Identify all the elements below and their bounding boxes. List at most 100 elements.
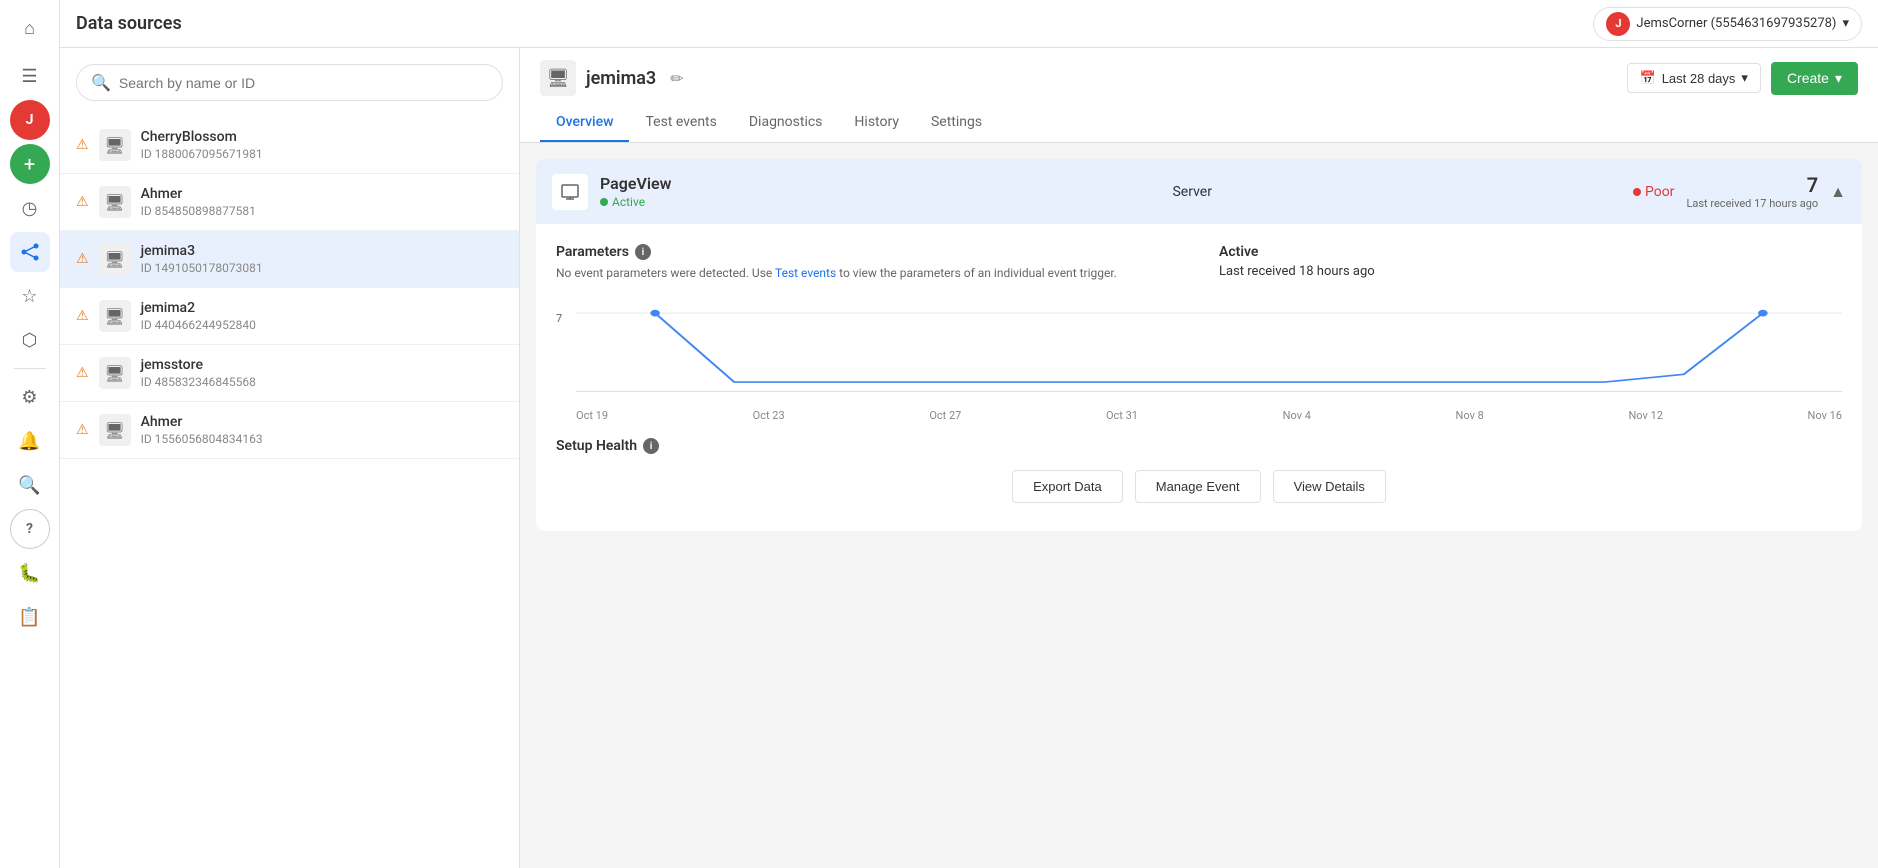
chart-x-labels: Oct 19 Oct 23 Oct 27 Oct 31 Nov 4 Nov 8 … — [576, 409, 1842, 422]
source-id: ID 485832346845568 — [141, 375, 503, 389]
source-type-icon: 🖥 — [99, 129, 131, 161]
params-description: No event parameters were detected. Use T… — [556, 264, 1179, 282]
chart-x-label: Nov 16 — [1808, 409, 1842, 422]
chart-x-label: Oct 23 — [753, 409, 785, 422]
tag-nav-item[interactable]: ⬡ — [10, 320, 50, 360]
chevron-down-icon: ▾ — [1741, 70, 1748, 86]
account-badge[interactable]: J JemsCorner (5554631697935278) ▾ — [1593, 7, 1862, 41]
quality-label: Poor — [1645, 184, 1674, 200]
search-input-wrap[interactable]: 🔍 — [76, 64, 503, 101]
view-details-button[interactable]: View Details — [1273, 470, 1386, 503]
chart-x-label: Oct 31 — [1106, 409, 1138, 422]
chart-line-container — [576, 302, 1842, 392]
main-content: Data sources J JemsCorner (5554631697935… — [60, 0, 1878, 868]
chart-x-label: Nov 4 — [1283, 409, 1311, 422]
event-card-header[interactable]: PageView Active Server Poor 7 — [536, 159, 1862, 224]
tabs-container: Overview Test events Diagnostics History… — [540, 104, 1858, 142]
menu-nav-item[interactable]: ☰ — [10, 56, 50, 96]
calendar-icon: 📅 — [1640, 70, 1656, 86]
settings-nav-item[interactable]: ⚙ — [10, 377, 50, 417]
active-column: Active Last received 18 hours ago — [1219, 244, 1842, 282]
warning-icon: ⚠ — [76, 137, 89, 153]
tab-overview[interactable]: Overview — [540, 104, 629, 142]
user-avatar-nav[interactable]: J — [10, 100, 50, 140]
tab-history[interactable]: History — [838, 104, 915, 142]
status-dot — [600, 198, 608, 206]
source-id: ID 1556056804834163 — [141, 432, 503, 446]
list-item[interactable]: ⚠ 🖥 jemima2 ID 440466244952840 — [60, 288, 519, 345]
search-icon: 🔍 — [91, 73, 111, 92]
source-id: ID 854850898877581 — [141, 204, 503, 218]
chart-svg — [576, 302, 1842, 391]
tab-diagnostics[interactable]: Diagnostics — [733, 104, 839, 142]
source-name: Ahmer — [141, 186, 503, 202]
add-nav-item[interactable]: + — [10, 144, 50, 184]
source-id: ID 1491050178073081 — [141, 261, 503, 275]
chevron-down-icon: ▾ — [1842, 16, 1849, 31]
source-type-icon: 🖥 — [99, 357, 131, 389]
chart-x-label: Oct 27 — [929, 409, 961, 422]
help-nav-item[interactable]: ? — [10, 509, 50, 549]
detail-name: jemima3 — [586, 68, 656, 89]
event-name: PageView — [600, 174, 671, 193]
warning-icon: ⚠ — [76, 422, 89, 438]
bug-nav-item[interactable]: 🐛 — [10, 553, 50, 593]
report-nav-item[interactable]: 📋 — [10, 597, 50, 637]
source-name: jemima3 — [141, 243, 503, 259]
warning-icon: ⚠ — [76, 365, 89, 381]
active-title: Active — [1219, 244, 1842, 260]
source-name: Ahmer — [141, 414, 503, 430]
source-type-icon: 🖥 — [99, 300, 131, 332]
source-info: Ahmer ID 854850898877581 — [141, 186, 503, 218]
create-button[interactable]: Create ▾ — [1771, 62, 1858, 95]
warning-icon: ⚠ — [76, 194, 89, 210]
collapse-icon[interactable]: ▲ — [1830, 182, 1846, 202]
edit-icon[interactable]: ✏ — [670, 69, 683, 88]
search-input[interactable] — [119, 75, 488, 91]
event-last-received: Last received 17 hours ago — [1686, 197, 1818, 210]
source-info: jemima3 ID 1491050178073081 — [141, 243, 503, 275]
event-params-section: Parameters i No event parameters were de… — [556, 244, 1842, 282]
detail-panel: 🖥 jemima3 ✏ 📅 Last 28 days ▾ Create ▾ — [520, 48, 1878, 868]
params-info-icon[interactable]: i — [635, 244, 651, 260]
chart-x-label: Oct 19 — [576, 409, 608, 422]
setup-health-info-icon[interactable]: i — [643, 438, 659, 454]
list-item[interactable]: ⚠ 🖥 Ahmer ID 854850898877581 — [60, 174, 519, 231]
body-layout: 🔍 ⚠ 🖥 CherryBlossom ID 1880067095671981 … — [60, 48, 1878, 868]
list-item[interactable]: ⚠ 🖥 jemima3 ID 1491050178073081 — [60, 231, 519, 288]
source-name: jemima2 — [141, 300, 503, 316]
clock-nav-item[interactable]: ◷ — [10, 188, 50, 228]
bell-nav-item[interactable]: 🔔 — [10, 421, 50, 461]
star-nav-item[interactable]: ☆ — [10, 276, 50, 316]
date-range-button[interactable]: 📅 Last 28 days ▾ — [1627, 63, 1761, 93]
source-info: Ahmer ID 1556056804834163 — [141, 414, 503, 446]
home-nav-item[interactable]: ⌂ — [10, 8, 50, 48]
list-item[interactable]: ⚠ 🖥 CherryBlossom ID 1880067095671981 — [60, 117, 519, 174]
test-events-link[interactable]: Test events — [775, 266, 836, 280]
event-count-section: 7 Last received 17 hours ago — [1686, 173, 1818, 210]
list-item[interactable]: ⚠ 🖥 Ahmer ID 1556056804834163 — [60, 402, 519, 459]
source-name: CherryBlossom — [141, 129, 503, 145]
chevron-down-icon: ▾ — [1835, 70, 1842, 87]
detail-source-icon: 🖥 — [540, 60, 576, 96]
params-column: Parameters i No event parameters were de… — [556, 244, 1179, 282]
manage-event-button[interactable]: Manage Event — [1135, 470, 1261, 503]
list-item[interactable]: ⚠ 🖥 jemsstore ID 485832346845568 — [60, 345, 519, 402]
source-info: jemsstore ID 485832346845568 — [141, 357, 503, 389]
event-status: Active — [600, 195, 671, 209]
date-range-label: Last 28 days — [1662, 71, 1736, 86]
setup-health: Setup Health i — [556, 438, 1842, 454]
detail-title-row: 🖥 jemima3 ✏ 📅 Last 28 days ▾ Create ▾ — [540, 60, 1858, 96]
tab-test-events[interactable]: Test events — [629, 104, 732, 142]
export-data-button[interactable]: Export Data — [1012, 470, 1123, 503]
detail-body: PageView Active Server Poor 7 — [520, 143, 1878, 868]
chart-area: 7 — [556, 302, 1842, 422]
connections-nav-item[interactable] — [10, 232, 50, 272]
event-count-number: 7 — [1686, 173, 1818, 197]
chart-x-label: Nov 8 — [1456, 409, 1484, 422]
source-type-icon: 🖥 — [99, 186, 131, 218]
tab-settings[interactable]: Settings — [915, 104, 998, 142]
search-nav-item[interactable]: 🔍 — [10, 465, 50, 505]
sidebar-panel: 🔍 ⚠ 🖥 CherryBlossom ID 1880067095671981 … — [60, 48, 520, 868]
event-info: PageView Active — [600, 174, 671, 209]
